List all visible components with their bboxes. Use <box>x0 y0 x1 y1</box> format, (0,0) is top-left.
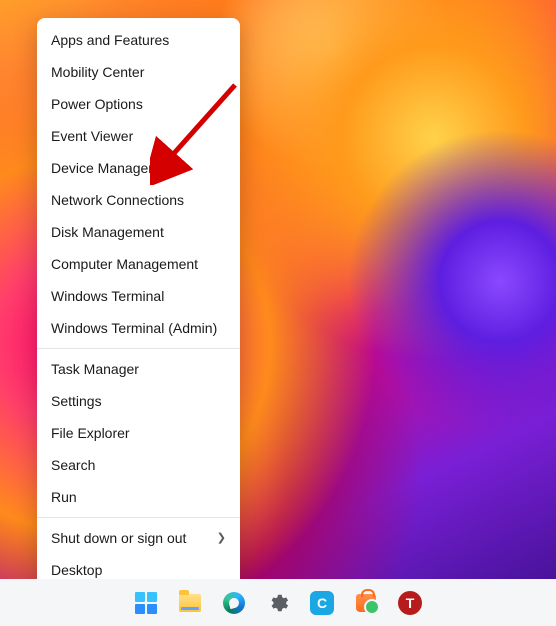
menu-item-settings[interactable]: Settings <box>37 385 240 417</box>
t-app-letter: T <box>406 595 415 611</box>
menu-item-run[interactable]: Run <box>37 481 240 513</box>
menu-item-label: Event Viewer <box>51 127 133 145</box>
menu-item-label: Device Manager <box>51 159 153 177</box>
taskbar-t-app[interactable]: T <box>394 587 426 619</box>
menu-item-windows-terminal-admin[interactable]: Windows Terminal (Admin) <box>37 312 240 344</box>
menu-item-shut-down[interactable]: Shut down or sign out ❯ <box>37 522 240 554</box>
menu-item-computer-management[interactable]: Computer Management <box>37 248 240 280</box>
menu-item-label: Network Connections <box>51 191 184 209</box>
chevron-right-icon: ❯ <box>217 529 226 547</box>
menu-item-apps-and-features[interactable]: Apps and Features <box>37 24 240 56</box>
start-icon <box>135 592 157 614</box>
menu-item-label: Run <box>51 488 77 506</box>
store-icon <box>356 594 376 612</box>
menu-item-windows-terminal[interactable]: Windows Terminal <box>37 280 240 312</box>
t-app-icon: T <box>398 591 422 615</box>
c-app-icon: C <box>310 591 334 615</box>
menu-item-label: Task Manager <box>51 360 139 378</box>
menu-item-search[interactable]: Search <box>37 449 240 481</box>
menu-item-mobility-center[interactable]: Mobility Center <box>37 56 240 88</box>
settings-icon <box>267 592 289 614</box>
menu-item-label: Disk Management <box>51 223 164 241</box>
menu-item-label: Desktop <box>51 561 102 579</box>
menu-item-label: Windows Terminal <box>51 287 164 305</box>
menu-item-label: Computer Management <box>51 255 198 273</box>
taskbar-edge[interactable] <box>218 587 250 619</box>
winx-context-menu: Apps and Features Mobility Center Power … <box>37 18 240 592</box>
menu-item-device-manager[interactable]: Device Manager <box>37 152 240 184</box>
menu-item-task-manager[interactable]: Task Manager <box>37 353 240 385</box>
menu-item-network-connections[interactable]: Network Connections <box>37 184 240 216</box>
menu-item-label: Power Options <box>51 95 143 113</box>
menu-item-event-viewer[interactable]: Event Viewer <box>37 120 240 152</box>
taskbar-store[interactable] <box>350 587 382 619</box>
menu-separator <box>37 517 240 518</box>
taskbar-settings[interactable] <box>262 587 294 619</box>
taskbar-c-app[interactable]: C <box>306 587 338 619</box>
menu-separator <box>37 348 240 349</box>
menu-item-label: Shut down or sign out <box>51 529 186 547</box>
menu-item-disk-management[interactable]: Disk Management <box>37 216 240 248</box>
taskbar: C T <box>0 579 556 626</box>
menu-item-file-explorer[interactable]: File Explorer <box>37 417 240 449</box>
taskbar-file-explorer[interactable] <box>174 587 206 619</box>
menu-item-power-options[interactable]: Power Options <box>37 88 240 120</box>
menu-item-label: Windows Terminal (Admin) <box>51 319 217 337</box>
menu-item-label: Apps and Features <box>51 31 169 49</box>
c-app-letter: C <box>317 595 327 611</box>
menu-item-label: File Explorer <box>51 424 130 442</box>
file-explorer-icon <box>179 594 201 612</box>
taskbar-start[interactable] <box>130 587 162 619</box>
menu-item-label: Search <box>51 456 95 474</box>
menu-item-label: Settings <box>51 392 102 410</box>
menu-item-label: Mobility Center <box>51 63 144 81</box>
edge-icon <box>223 592 245 614</box>
